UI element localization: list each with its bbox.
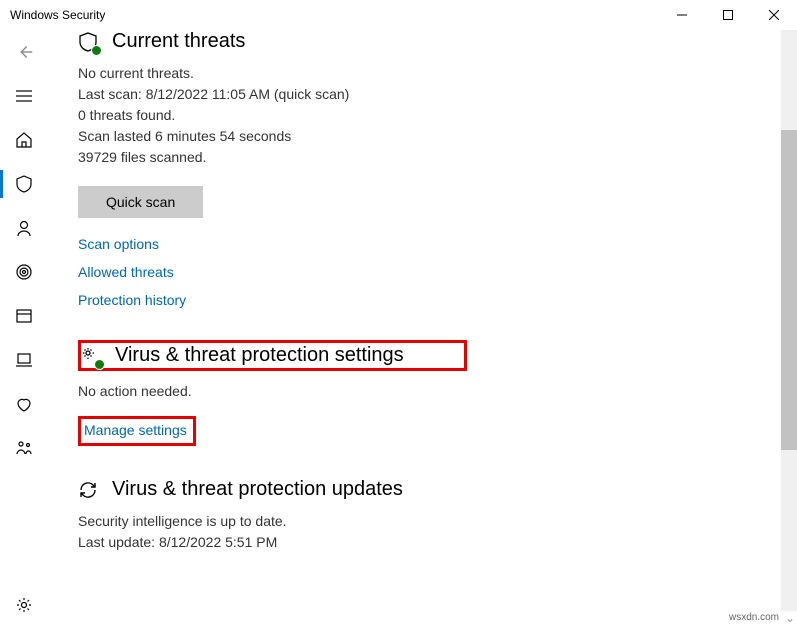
gear-shield-icon [81,346,101,366]
sidebar-account[interactable] [0,206,48,250]
sidebar-device-security[interactable] [0,338,48,382]
scan-options-link[interactable]: Scan options [78,236,767,252]
last-update-text: Last update: 8/12/2022 5:51 PM [78,532,767,553]
allowed-threats-link[interactable]: Allowed threats [78,264,767,280]
current-threats-heading: Current threats [112,30,245,53]
updates-heading: Virus & threat protection updates [112,478,403,501]
section-protection-settings: Virus & threat protection settings No ac… [78,340,767,446]
main-content: Current threats No current threats. Last… [48,30,797,627]
scrollbar-thumb[interactable] [781,130,797,450]
refresh-icon [78,480,98,500]
close-button[interactable] [751,0,797,30]
titlebar: Windows Security [0,0,797,30]
minimize-button[interactable] [659,0,705,30]
window-controls [659,0,797,30]
threats-found-text: 0 threats found. [78,105,767,126]
scrollbar[interactable] [781,30,797,611]
settings-heading: Virus & threat protection settings [115,344,404,367]
quick-scan-button[interactable]: Quick scan [78,186,203,218]
sidebar-family[interactable] [0,426,48,470]
threat-status: No current threats. [78,63,767,84]
sidebar-device-performance[interactable] [0,382,48,426]
manage-settings-link[interactable]: Manage settings [84,422,187,438]
shield-refresh-icon [78,32,98,52]
maximize-button[interactable] [705,0,751,30]
sidebar-firewall[interactable] [0,250,48,294]
files-scanned-text: 39729 files scanned. [78,147,767,168]
updates-status: Security intelligence is up to date. [78,511,767,532]
sidebar [0,30,48,627]
sidebar-virus-protection[interactable] [0,162,48,206]
last-scan-text: Last scan: 8/12/2022 11:05 AM (quick sca… [78,84,767,105]
watermark: wsxdn.com [729,612,779,623]
settings-status: No action needed. [78,381,767,402]
scan-duration-text: Scan lasted 6 minutes 54 seconds [78,126,767,147]
window-title: Windows Security [10,8,659,22]
back-button[interactable] [0,30,48,74]
protection-history-link[interactable]: Protection history [78,292,767,308]
hamburger-menu[interactable] [0,74,48,118]
sidebar-app-browser[interactable] [0,294,48,338]
section-current-threats: Current threats No current threats. Last… [78,30,767,308]
section-protection-updates: Virus & threat protection updates Securi… [78,478,767,553]
resize-grip[interactable]: ⌄ [785,611,795,625]
sidebar-settings[interactable] [0,583,48,627]
sidebar-home[interactable] [0,118,48,162]
